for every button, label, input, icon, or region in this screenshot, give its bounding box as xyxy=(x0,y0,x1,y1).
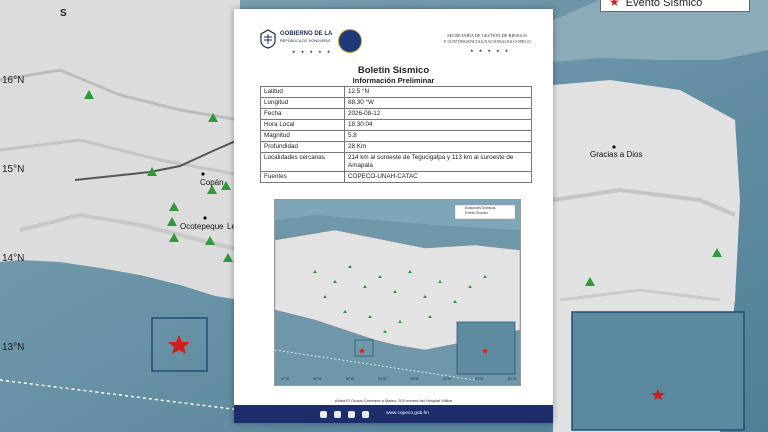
axis-tick: 87°W xyxy=(281,377,290,381)
youtube-icon[interactable] xyxy=(362,411,369,418)
table-row: Localidades cercanas 214 km al suroeste d… xyxy=(260,152,532,172)
legend-label: Evento Sísmico xyxy=(625,0,703,9)
footer-website-link[interactable]: www.copeco.gob.hn xyxy=(386,411,429,416)
north-marker: S xyxy=(60,8,67,19)
sec-line-2: Y CONTINGENCIAS NACIONALES COPECO xyxy=(443,39,531,44)
gov-sub-line: REPÚBLICA DE HONDURAS xyxy=(280,39,331,43)
x-icon[interactable] xyxy=(334,411,341,418)
footer-address: Aldea El Ocotal Carretera a Mateo, 300 m… xyxy=(334,398,453,403)
row-value: 18:30:04 xyxy=(344,119,532,131)
bulletin-map-graphic xyxy=(275,200,520,385)
row-key: Fuentes xyxy=(260,171,345,183)
minimap-axis: 87°W 86°W 85°W 84°W 83°W 82°W 81°W 80°W xyxy=(281,377,516,381)
row-key: Fecha xyxy=(260,108,345,120)
table-row: Fuentes COPECO-UNAH-CATAC xyxy=(260,171,532,183)
row-value: 88.30 °W xyxy=(344,97,532,109)
row-value: 2026-08-12 xyxy=(344,108,532,120)
row-value: 214 km al suroeste de Tegucigalpa y 113 … xyxy=(344,152,532,172)
bulletin-subtitle: Información Preliminar xyxy=(352,76,435,85)
row-value: 5.8 xyxy=(344,130,532,142)
row-value: COPECO-UNAH-CATAC xyxy=(344,171,532,183)
sec-stars: ★ ★ ★ ★ ★ xyxy=(470,48,511,53)
copeco-seal-icon xyxy=(338,29,362,53)
event-star-icon: ★ xyxy=(609,0,620,9)
gov-stars: ★ ★ ★ ★ ★ xyxy=(292,49,333,54)
bulletin-map: Estaciones Sísmicas Evento Sísmico 87°W … xyxy=(274,199,521,386)
table-row: Magnitud 5.8 xyxy=(260,130,532,142)
row-key: Profundidad xyxy=(260,141,345,153)
bulletin-header: GOBIERNO DE LA REPÚBLICA DE HONDURAS ★ ★… xyxy=(234,9,553,61)
row-value: 28 Km xyxy=(344,141,532,153)
instagram-icon[interactable] xyxy=(348,411,355,418)
minimap-legend-event: Evento Sísmico xyxy=(465,211,488,215)
place-gracias-a-dios: Gracias a Dios xyxy=(590,150,643,159)
seismic-info-table: Latitud 12.5 °N Longitud 88.30 °W Fecha 202… xyxy=(260,86,532,183)
axis-tick: 86°W xyxy=(313,377,322,381)
axis-tick: 83°W xyxy=(410,377,419,381)
table-row: Longitud 88.30 °W xyxy=(260,97,532,109)
government-logo-icon xyxy=(260,29,276,49)
table-row: Fecha 2026-08-12 xyxy=(260,108,532,120)
bulletin-title: Boletín Sísmico xyxy=(357,65,430,76)
lat-label-16: 16°N xyxy=(2,75,25,86)
lat-label-15: 15°N xyxy=(2,164,25,175)
axis-tick: 84°W xyxy=(378,377,387,381)
minimap-legend: Estaciones Sísmicas Evento Sísmico xyxy=(465,206,495,216)
row-key: Longitud xyxy=(260,97,345,109)
row-key: Hora Local xyxy=(260,119,345,131)
secretariat-name: SECRETARÍA DE GESTIÓN DE RIESGOS Y CONTI… xyxy=(424,33,550,45)
row-key: Latitud xyxy=(260,86,345,98)
place-copan: Copán xyxy=(200,178,224,187)
table-row: Hora Local 18:30:04 xyxy=(260,119,532,131)
axis-tick: 80°W xyxy=(507,377,516,381)
table-row: Profundidad 28 Km xyxy=(260,141,532,153)
map-legend: ★ Evento Sísmico xyxy=(600,0,750,12)
row-value: 12.5 °N xyxy=(344,86,532,98)
place-ocotepeque: Ocotepeque xyxy=(180,222,224,231)
lat-label-14: 14°N xyxy=(2,253,25,264)
lat-label-13: 13°N xyxy=(2,342,25,353)
facebook-icon[interactable] xyxy=(320,411,327,418)
government-name: GOBIERNO DE LA REPÚBLICA DE HONDURAS xyxy=(280,31,342,45)
axis-tick: 85°W xyxy=(345,377,354,381)
gov-name-line: GOBIERNO DE LA xyxy=(280,31,333,37)
table-row: Latitud 12.5 °N xyxy=(260,86,532,98)
axis-tick: 82°W xyxy=(443,377,452,381)
row-key: Magnitud xyxy=(260,130,345,142)
axis-tick: 81°W xyxy=(475,377,484,381)
seismic-bulletin: GOBIERNO DE LA REPÚBLICA DE HONDURAS ★ ★… xyxy=(234,9,553,423)
row-key: Localidades cercanas xyxy=(260,152,345,172)
